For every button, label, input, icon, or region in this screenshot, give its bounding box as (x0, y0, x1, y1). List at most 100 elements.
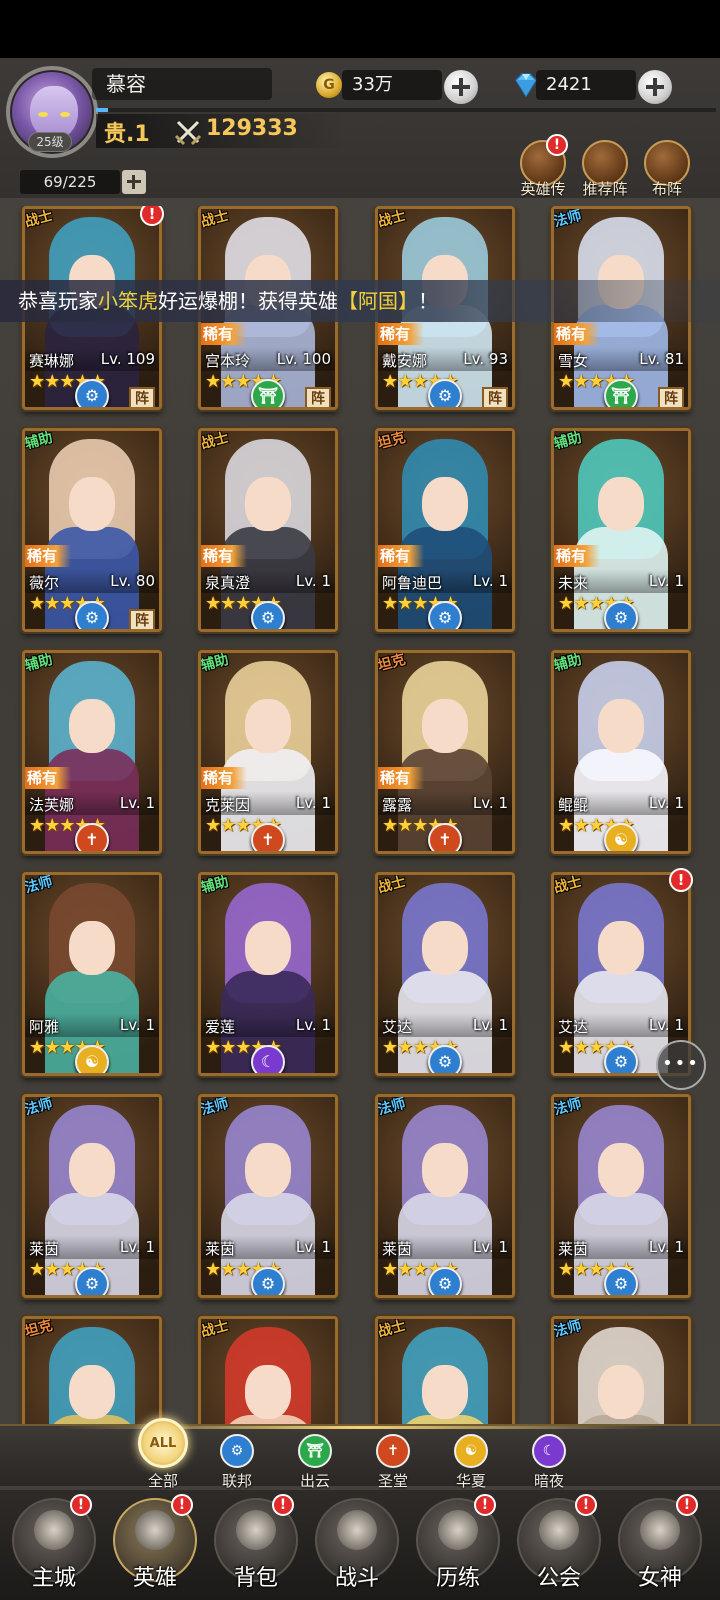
announcement-banner: 恭喜玩家小笨虎好运爆棚！获得英雄【阿国】！ (0, 280, 720, 322)
player-name[interactable]: 慕容 (92, 68, 272, 100)
nav-label: 女神 (637, 1566, 682, 1591)
faction-圣堂-icon: ✝ (428, 823, 462, 851)
alert-badge: ! (546, 134, 568, 156)
hero-name-row: 爱莲 Lv. 1 (201, 1013, 335, 1037)
hero-card[interactable]: 辅助 稀有 薇尔 Lv. 80 ★★★★★ ⚙ 阵 (22, 428, 162, 632)
vip-rank: 贵.1 (104, 122, 150, 147)
hero-card[interactable]: 法师 莱茵 Lv. 1 ★★★★★ ⚙ (22, 1094, 162, 1298)
hero-card[interactable]: 法师 莱茵 Lv. 1 ★★★★★ ⚙ (375, 1094, 515, 1298)
rarity-tag: 稀有 (378, 545, 424, 567)
alert-badge: ! (575, 1494, 597, 1516)
rarity-tag: 稀有 (201, 767, 247, 789)
hero-card[interactable]: 坦克 (22, 1316, 162, 1426)
add-gold-button[interactable] (444, 70, 478, 104)
hero-name-row: 法芙娜 Lv. 1 (25, 791, 159, 815)
rarity-tag: 稀有 (201, 545, 247, 567)
chat-icon: ••• (662, 1053, 700, 1074)
hood-icon (135, 1510, 175, 1550)
hero-name-row: 露露 Lv. 1 (378, 791, 512, 815)
rarity-tag: 稀有 (554, 323, 600, 345)
nav-shield[interactable]: 公会! (513, 1494, 605, 1598)
hero-face (598, 1365, 644, 1419)
combat-power: 129333 (206, 116, 298, 141)
chat-button[interactable]: ••• (656, 1040, 706, 1090)
hero-name: 莱茵 (558, 1240, 589, 1258)
nav-backpack[interactable]: 背包! (210, 1494, 302, 1598)
map-icon (438, 1510, 478, 1550)
filter-出云[interactable]: ⛩ 出云 (284, 1434, 346, 1491)
filter-icon: ☾ (532, 1434, 566, 1468)
expand-capacity-button[interactable] (122, 170, 146, 194)
hero-grid: 战士 赛琳娜 Lv. 109 ★★★★★ ⚙ 阵! 战士 稀有 宫本玲 Lv. 100 ★★★★★ ⛩… (0, 206, 720, 1426)
top-action-label: 布阵 (651, 180, 682, 198)
faction-联邦-icon: ⚙ (428, 601, 462, 629)
hero-card[interactable]: 法师 (551, 1316, 691, 1426)
filter-圣堂[interactable]: ✝ 圣堂 (362, 1434, 424, 1491)
filter-华夏[interactable]: ☯ 华夏 (440, 1434, 502, 1491)
hero-face (69, 1143, 115, 1197)
nav-castle[interactable]: 主城! (8, 1494, 100, 1598)
hero-card[interactable]: 辅助 稀有 未来 Lv. 1 ★★★★★ ⚙ (551, 428, 691, 632)
formation-badge: 阵 (305, 387, 331, 407)
hero-card[interactable]: 辅助 鲲鲲 Lv. 1 ★★★★★ ☯ (551, 650, 691, 854)
hero-name-row: 宫本玲 Lv. 100 (201, 347, 335, 371)
hero-level: Lv. 1 (648, 794, 684, 812)
hero-name-row: 阿鲁迪巴 Lv. 1 (378, 569, 512, 593)
banner-suffix: ！ (418, 289, 438, 313)
nav-hood[interactable]: 英雄! (109, 1494, 201, 1598)
filter-全部[interactable]: ALL 全部 (132, 1418, 194, 1491)
hero-name-row: 阿雅 Lv. 1 (25, 1013, 159, 1037)
filter-icon: ⚙ (220, 1434, 254, 1468)
hero-face (69, 921, 115, 975)
hero-card[interactable]: 战士 (198, 1316, 338, 1426)
hero-face (422, 1143, 468, 1197)
status-bar (0, 0, 720, 58)
castle-icon (34, 1510, 74, 1550)
filter-icon: ⛩ (298, 1434, 332, 1468)
hero-name: 艾达 (382, 1018, 413, 1036)
hero-card[interactable]: 辅助 稀有 法芙娜 Lv. 1 ★★★★★ ✝ (22, 650, 162, 854)
hero-card[interactable]: 辅助 稀有 克莱因 Lv. 1 ★★★★★ ✝ (198, 650, 338, 854)
hero-card[interactable]: 辅助 爱莲 Lv. 1 ★★★★★ ☾ (198, 872, 338, 1076)
hero-name: 戴安娜 (382, 352, 428, 370)
banner-player: 小笨虎 (98, 289, 158, 313)
formation-badge: 阵 (482, 387, 508, 407)
hero-card[interactable]: 坦克 稀有 露露 Lv. 1 ★★★★★ ✝ (375, 650, 515, 854)
hero-name: 未来 (558, 574, 589, 592)
hero-level: Lv. 1 (648, 1238, 684, 1256)
hero-level: Lv. 1 (295, 1016, 331, 1034)
alert-badge: ! (70, 1494, 92, 1516)
hero-level: Lv. 1 (472, 1016, 508, 1034)
filter-暗夜[interactable]: ☾ 暗夜 (518, 1434, 580, 1491)
hero-card[interactable]: 战士 艾达 Lv. 1 ★★★★★ ⚙ (375, 872, 515, 1076)
exp-progress-fill (96, 108, 109, 112)
faction-暗夜-icon: ☾ (251, 1045, 285, 1073)
hero-level: Lv. 1 (119, 1016, 155, 1034)
hero-card[interactable]: 法师 莱茵 Lv. 1 ★★★★★ ⚙ (198, 1094, 338, 1298)
hero-card[interactable]: 战士 稀有 泉真澄 Lv. 1 ★★★★★ ⚙ (198, 428, 338, 632)
hero-card[interactable]: 法师 阿雅 Lv. 1 ★★★★★ ☯ (22, 872, 162, 1076)
hero-name: 克莱因 (205, 796, 251, 814)
banner-hero: 【阿国】 (338, 289, 418, 313)
top-action-horse[interactable]: 布阵 (636, 140, 698, 202)
hero-card[interactable]: 坦克 稀有 阿鲁迪巴 Lv. 1 ★★★★★ ⚙ (375, 428, 515, 632)
heroes-screen: 25级 慕容 G 33万 2421 贵.1 129333 69/225 英雄传!… (0, 0, 720, 1600)
filter-label: 出云 (299, 1472, 330, 1490)
top-action-crown[interactable]: 英雄传! (512, 134, 574, 202)
nav-crossed-swords[interactable]: 战斗 (311, 1498, 403, 1598)
hero-level: Lv. 1 (295, 572, 331, 590)
hero-face (422, 1365, 468, 1419)
player-level-badge: 25级 (28, 132, 72, 152)
hero-name: 露露 (382, 796, 413, 814)
top-action-thumbs-up[interactable]: 推荐阵 (574, 140, 636, 202)
faction-联邦-icon: ⚙ (604, 1045, 638, 1073)
hero-face (422, 699, 468, 753)
hero-name-row: 泉真澄 Lv. 1 (201, 569, 335, 593)
hero-card[interactable]: 法师 莱茵 Lv. 1 ★★★★★ ⚙ (551, 1094, 691, 1298)
nav-goddess[interactable]: 女神! (614, 1494, 706, 1598)
add-gems-button[interactable] (638, 70, 672, 104)
hero-card[interactable]: 战士 (375, 1316, 515, 1426)
hero-name-row: 雪女 Lv. 81 (554, 347, 688, 371)
nav-map[interactable]: 历练! (412, 1494, 504, 1598)
filter-联邦[interactable]: ⚙ 联邦 (206, 1434, 268, 1491)
